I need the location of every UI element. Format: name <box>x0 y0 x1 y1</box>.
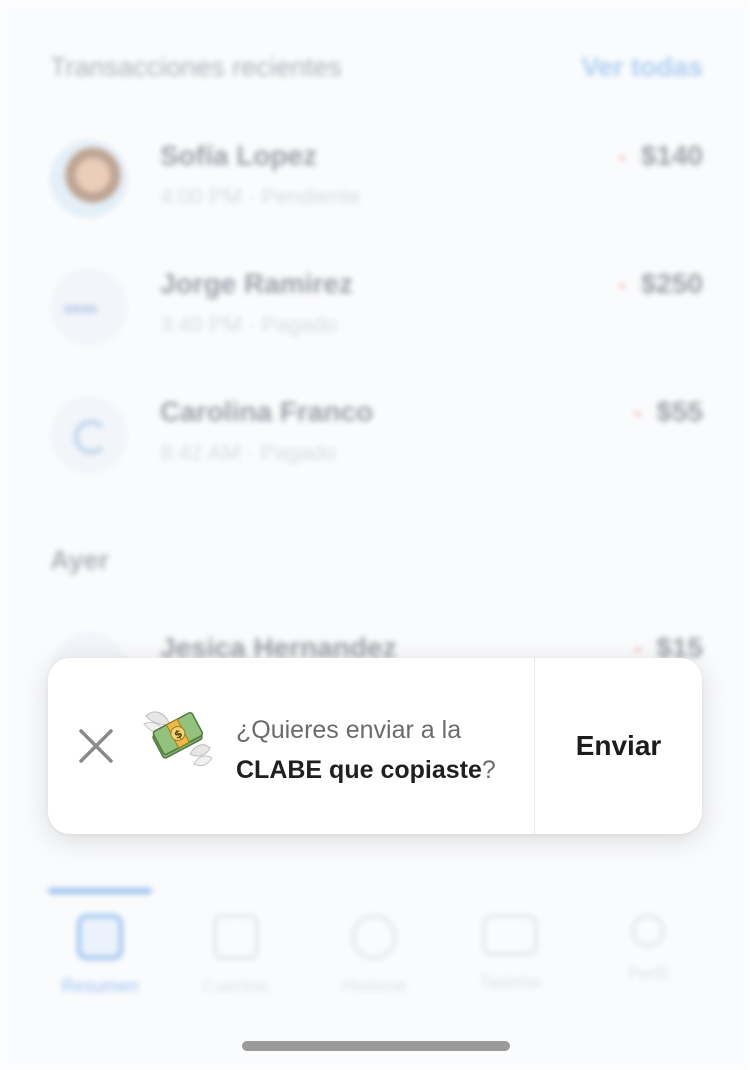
clock-icon <box>351 914 397 960</box>
tab-perfil[interactable]: Perfil <box>588 914 708 1004</box>
avatar <box>50 396 128 474</box>
tab-label: Historial <box>341 976 407 996</box>
negative-sign: - <box>617 140 627 171</box>
active-tab-indicator <box>48 888 152 894</box>
see-all-link[interactable]: Ver todas <box>581 52 703 83</box>
tab-label: Perfil <box>627 964 669 984</box>
close-icon <box>79 729 113 763</box>
avatar-logo-text: oxxo <box>64 300 97 316</box>
transaction-meta: 4:00 PM · Pendiente <box>160 184 361 209</box>
tab-label: Cuentas <box>202 976 270 996</box>
wallet-icon <box>77 914 123 960</box>
message-prefix: ¿Quieres enviar a la <box>236 716 462 744</box>
tab-tarjetas[interactable]: Tarjetas <box>450 914 570 1004</box>
money-with-wings-icon: $ <box>143 711 213 767</box>
tab-label: Resumen <box>61 976 139 996</box>
transaction-meta: 3:40 PM · Pagado <box>160 312 338 337</box>
amount-value: $250 <box>640 268 703 299</box>
send-button[interactable]: Enviar <box>535 658 702 834</box>
clabe-prompt-toast: $ ¿Quieres enviar a la CLABE que copiast… <box>48 658 702 834</box>
amount-value: $55 <box>656 396 703 427</box>
recent-transactions-header: Transacciones recientes Ver todas <box>50 52 703 92</box>
message-suffix: ? <box>481 756 496 784</box>
transaction-amount: - $140 <box>617 140 703 172</box>
refresh-icon <box>74 420 108 454</box>
negative-sign: - <box>632 396 643 427</box>
grid-icon <box>213 914 259 960</box>
tab-historial[interactable]: Historial <box>314 914 434 1004</box>
person-icon <box>631 914 665 948</box>
transaction-amount: - $250 <box>617 268 703 300</box>
transaction-row[interactable]: Sofía Lopez 4:00 PM · Pendiente - $140 <box>50 140 703 230</box>
tab-label: Tarjetas <box>478 972 542 992</box>
close-button[interactable] <box>70 720 122 772</box>
negative-sign: - <box>617 268 627 299</box>
section-title: Transacciones recientes <box>50 52 342 82</box>
day-label: Ayer <box>50 545 110 575</box>
transaction-row[interactable]: oxxo Jorge Ramirez 3:40 PM · Pagado - $25… <box>50 268 703 358</box>
transaction-name: Jorge Ramirez <box>160 268 353 299</box>
transaction-amount: - $55 <box>633 396 703 428</box>
avatar <box>50 140 128 218</box>
tab-resumen[interactable]: Resumen <box>40 914 160 1004</box>
card-icon <box>482 914 538 956</box>
tab-cuentas[interactable]: Cuentas <box>176 914 296 1004</box>
transaction-name: Sofía Lopez <box>160 140 318 171</box>
amount-value: $140 <box>640 140 703 171</box>
transaction-name: Carolina Franco <box>160 396 374 427</box>
message-strong: CLABE que copiaste <box>236 756 482 784</box>
home-indicator[interactable] <box>242 1041 510 1051</box>
avatar: oxxo <box>50 268 128 346</box>
toast-message: ¿Quieres enviar a la CLABE que copiaste? <box>236 710 536 790</box>
transaction-row[interactable]: Carolina Franco 8:42 AM · Pagado - $55 <box>50 396 703 486</box>
tab-bar: Resumen Cuentas Historial Tarjetas Perfi… <box>0 888 750 1008</box>
background-screen: Transacciones recientes Ver todas Sofía … <box>0 0 750 1070</box>
transaction-meta: 8:42 AM · Pagado <box>160 440 337 465</box>
